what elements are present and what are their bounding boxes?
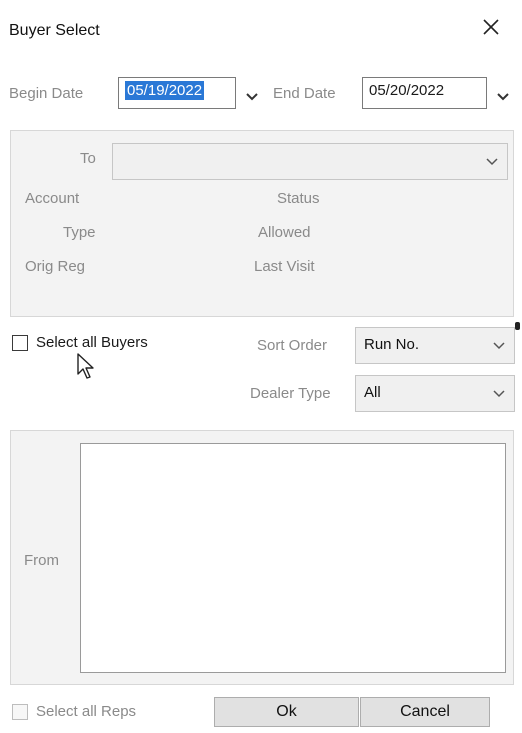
account-label: Account [25, 190, 80, 207]
chevron-down-icon [493, 342, 505, 350]
to-label: To [80, 150, 96, 167]
select-all-buyers-checkbox[interactable] [12, 334, 28, 351]
sort-order-value: Run No. [364, 336, 420, 353]
mouse-cursor-icon [77, 353, 94, 379]
dealer-type-select[interactable]: All [355, 375, 515, 412]
dialog-title: Buyer Select [9, 22, 100, 39]
chevron-down-icon [246, 93, 258, 101]
chevron-down-icon [493, 390, 505, 398]
end-date-dropdown[interactable] [496, 89, 510, 106]
end-date-value: 05/20/2022 [369, 82, 445, 99]
chevron-down-icon [486, 158, 498, 166]
to-select[interactable] [112, 143, 508, 180]
cancel-button[interactable]: Cancel [360, 697, 490, 727]
select-all-buyers-label: Select all Buyers [36, 334, 148, 351]
ok-button[interactable]: Ok [214, 697, 359, 727]
select-all-reps-checkbox[interactable] [12, 703, 28, 720]
window-edge-marker [515, 322, 520, 330]
select-all-reps[interactable]: Select all Reps [12, 703, 136, 720]
select-all-reps-label: Select all Reps [36, 703, 137, 720]
sort-order-select[interactable]: Run No. [355, 327, 515, 364]
allowed-label: Allowed [258, 224, 311, 241]
dealer-type-label: Dealer Type [250, 385, 331, 402]
close-icon [483, 19, 499, 35]
begin-date-value: 05/19/2022 [125, 81, 205, 100]
last-visit-label: Last Visit [254, 258, 315, 275]
sort-order-label: Sort Order [257, 337, 328, 354]
select-all-buyers[interactable]: Select all Buyers [12, 334, 148, 351]
status-label: Status [277, 190, 320, 207]
dealer-type-value: All [364, 384, 381, 401]
close-button[interactable] [478, 14, 504, 40]
type-label: Type [63, 224, 96, 241]
begin-date-field[interactable]: 05/19/2022 [118, 77, 236, 109]
begin-date-dropdown[interactable] [245, 89, 259, 106]
from-list[interactable] [80, 443, 506, 673]
chevron-down-icon [497, 93, 509, 101]
end-date-field[interactable]: 05/20/2022 [362, 77, 487, 109]
from-label: From [24, 552, 59, 569]
orig-reg-label: Orig Reg [25, 258, 86, 275]
begin-date-label: Begin Date [9, 85, 84, 102]
end-date-label: End Date [273, 85, 336, 102]
